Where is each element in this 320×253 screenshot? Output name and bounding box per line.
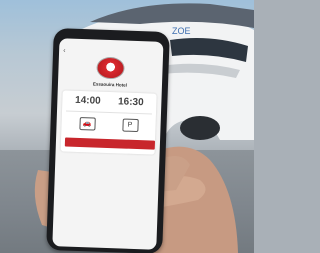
hotel-name: Essaouira Hotel: [92, 81, 128, 88]
booking-actions: 🚗 P: [65, 116, 151, 135]
smartphone: ‹ Essaouira Hotel 14:00 16:30 🚗 P: [46, 28, 170, 253]
action-parking[interactable]: P: [113, 118, 148, 134]
action-car[interactable]: 🚗: [70, 116, 105, 133]
phone-screen: ‹ Essaouira Hotel 14:00 16:30 🚗 P: [52, 38, 164, 250]
parking-icon: P: [121, 118, 139, 133]
footer-text: [63, 156, 151, 159]
checkout-time: 16:30: [117, 96, 144, 109]
action-parking-label: [113, 133, 147, 134]
cancel-reservation-button[interactable]: [64, 137, 156, 150]
booking-card: 14:00 16:30 🚗 P: [60, 90, 157, 155]
photo-scene: ZOE ‹ Essaouira Hotel 14:00 16:30 🚗 P: [0, 0, 254, 253]
hotel-logo: [96, 56, 125, 80]
info-value: [63, 156, 151, 159]
checkout-block: 16:30: [118, 96, 144, 108]
action-car-label: [70, 132, 104, 133]
car-icon: 🚗: [78, 116, 96, 131]
back-arrow-icon[interactable]: ‹: [63, 47, 66, 55]
checkin-block: 14:00: [75, 95, 101, 107]
checkin-time: 14:00: [74, 94, 101, 107]
divider: [66, 110, 152, 115]
info-label: [63, 156, 151, 159]
reservation-info: [63, 156, 151, 159]
booking-times: 14:00 16:30: [66, 95, 152, 109]
